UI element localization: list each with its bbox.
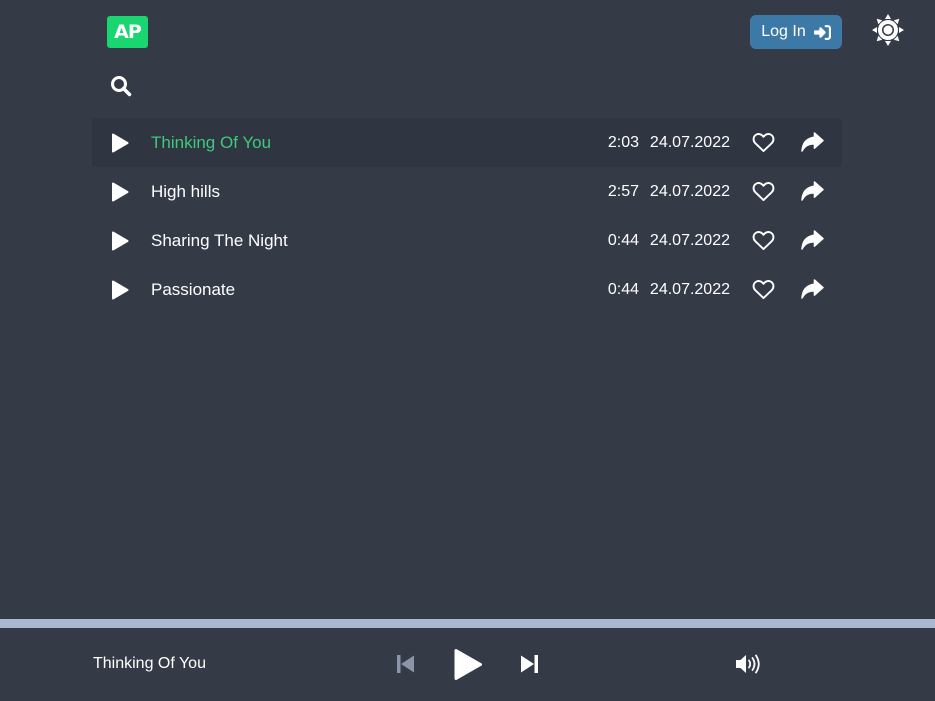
track-row[interactable]: Thinking Of You 2:03 24.07.2022 [92, 118, 842, 167]
track-row[interactable]: High hills 2:57 24.07.2022 [92, 167, 842, 216]
heart-icon[interactable] [752, 132, 775, 153]
player-bar: Thinking Of You [0, 619, 935, 701]
share-icon[interactable] [801, 132, 824, 153]
track-duration: 0:44 [607, 280, 639, 298]
skip-back-icon[interactable] [397, 654, 415, 674]
track-title[interactable]: Passionate [151, 280, 235, 300]
app-logo[interactable]: AP [107, 16, 148, 48]
play-icon[interactable] [453, 648, 483, 681]
track-duration: 2:57 [607, 182, 639, 200]
play-icon[interactable] [111, 280, 129, 300]
track-date: 24.07.2022 [649, 133, 730, 151]
login-button-label: Log In [761, 23, 806, 40]
share-icon[interactable] [801, 181, 824, 202]
heart-icon[interactable] [752, 181, 775, 202]
login-button[interactable]: Log In [750, 15, 842, 49]
skip-forward-icon[interactable] [520, 654, 538, 674]
track-list: Thinking Of You 2:03 24.07.2022 High hil… [92, 118, 842, 314]
track-date: 24.07.2022 [649, 231, 730, 249]
track-title[interactable]: Thinking Of You [151, 133, 271, 153]
track-date: 24.07.2022 [649, 280, 730, 298]
progress-bar[interactable] [0, 619, 935, 628]
share-icon[interactable] [801, 279, 824, 300]
heart-icon[interactable] [752, 279, 775, 300]
now-playing-title: Thinking Of You [93, 655, 206, 672]
volume-icon[interactable] [735, 654, 761, 674]
track-title[interactable]: Sharing The Night [151, 231, 288, 251]
track-row[interactable]: Sharing The Night 0:44 24.07.2022 [92, 216, 842, 265]
play-icon[interactable] [111, 182, 129, 202]
share-icon[interactable] [801, 230, 824, 251]
track-title[interactable]: High hills [151, 182, 220, 202]
track-row[interactable]: Passionate 0:44 24.07.2022 [92, 265, 842, 314]
track-duration: 0:44 [607, 231, 639, 249]
search-icon[interactable] [110, 75, 132, 97]
heart-icon[interactable] [752, 230, 775, 251]
track-date: 24.07.2022 [649, 182, 730, 200]
sign-in-icon [813, 24, 831, 40]
sun-icon[interactable] [872, 14, 904, 46]
track-duration: 2:03 [607, 133, 639, 151]
play-icon[interactable] [111, 231, 129, 251]
play-icon[interactable] [111, 133, 129, 153]
